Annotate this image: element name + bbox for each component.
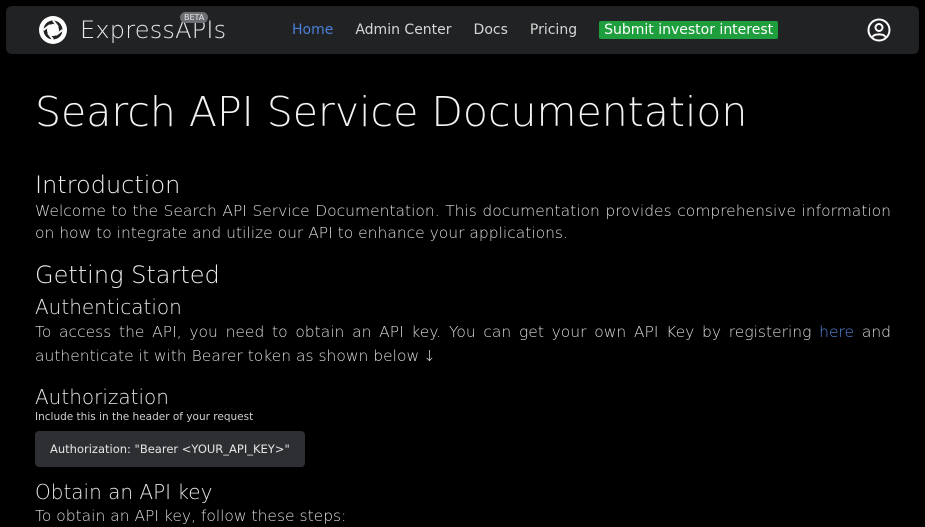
introduction-heading: Introduction	[35, 171, 181, 199]
authorization-subtext: Include this in the header of your reque…	[35, 411, 254, 423]
obtain-api-key-text: To obtain an API key, follow these steps…	[35, 507, 347, 525]
introduction-text: Welcome to the Search API Service Docume…	[35, 202, 891, 242]
user-circle-icon[interactable]	[867, 18, 891, 42]
authorization-heading: Authorization	[35, 385, 169, 409]
nav-home[interactable]: Home	[292, 22, 333, 38]
authentication-text-part: To access the API, you need to obtain an…	[35, 323, 820, 341]
beta-badge: BETA	[180, 12, 209, 23]
nav-docs[interactable]: Docs	[474, 22, 508, 38]
getting-started-section: Getting Started Authentication To access…	[35, 260, 891, 527]
arrow-down-icon: ↓	[423, 347, 436, 365]
aperture-logo-icon	[39, 16, 67, 44]
nav-admin-center[interactable]: Admin Center	[355, 22, 451, 38]
authentication-heading: Authentication	[35, 295, 182, 319]
submit-investor-interest-button[interactable]: Submit investor interest	[599, 21, 779, 39]
introduction-section: Introduction Welcome to the Search API S…	[35, 170, 891, 244]
page-title: Search API Service Documentation	[35, 88, 748, 136]
documentation-content: Search API Service Documentation Introdu…	[35, 80, 891, 527]
top-navbar: ExpressAPIs BETA Home Admin Center Docs …	[6, 6, 919, 54]
nav-pricing[interactable]: Pricing	[530, 22, 577, 38]
authorization-code-block[interactable]: Authorization: "Bearer <YOUR_API_KEY>"	[35, 431, 305, 467]
main-nav: Home Admin Center Docs Pricing Submit in…	[292, 6, 779, 54]
obtain-api-key-heading: Obtain an API key	[35, 480, 213, 504]
getting-started-heading: Getting Started	[35, 261, 220, 289]
authentication-text: To access the API, you need to obtain an…	[35, 320, 891, 368]
register-here-link[interactable]: here	[819, 323, 854, 341]
